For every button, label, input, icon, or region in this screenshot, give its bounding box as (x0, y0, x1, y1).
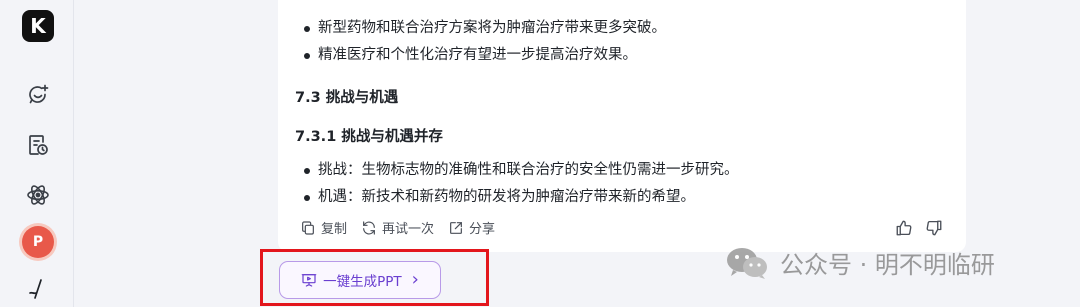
presentation-icon (301, 274, 317, 287)
explore-icon[interactable] (25, 182, 51, 208)
bullet-list-challenges: 挑战：生物标志物的准确性和联合治疗的安全性仍需进一步研究。 机遇：新技术和新药物… (300, 157, 739, 211)
watermark: 公众号 · 明不明临研 (726, 245, 995, 280)
refresh-icon (363, 220, 375, 235)
generate-ppt-label: 一键生成PPT (323, 274, 402, 290)
share-button[interactable]: 分享 (448, 218, 495, 237)
answer-actions: 复制 再试一次 分享 (300, 218, 495, 237)
pen-icon[interactable] (25, 276, 51, 302)
ppt-app-icon[interactable]: P (22, 226, 54, 258)
copy-button[interactable]: 复制 (300, 218, 347, 237)
thumbs-down-icon[interactable] (924, 218, 944, 238)
retry-button[interactable]: 再试一次 (361, 218, 434, 237)
share-icon (450, 221, 462, 234)
history-icon[interactable] (25, 132, 51, 158)
list-item: 精准医疗和个性化治疗有望进一步提高治疗效果。 (300, 42, 666, 69)
bullet-list-outlook: 新型药物和联合治疗方案将为肿瘤治疗带来更多突破。 精准医疗和个性化治疗有望进一步… (300, 15, 666, 69)
copy-icon (302, 220, 314, 235)
new-chat-icon[interactable] (25, 82, 51, 108)
copy-label: 复制 (321, 222, 348, 237)
app-root: K P 新型药物和联合治疗方案将为肿瘤治疗带来更多突破。 精准医疗和个性化治疗有… (0, 0, 1080, 307)
subsection-heading: 7.3.1 挑战与机遇并存 (295, 129, 443, 145)
chevron-right-icon: › (411, 269, 419, 290)
answer-card: 新型药物和联合治疗方案将为肿瘤治疗带来更多突破。 精准医疗和个性化治疗有望进一步… (278, 0, 966, 252)
list-item: 新型药物和联合治疗方案将为肿瘤治疗带来更多突破。 (300, 15, 666, 42)
watermark-text: 公众号 · 明不明临研 (780, 251, 995, 279)
app-logo[interactable]: K (22, 10, 54, 42)
list-item: 挑战：生物标志物的准确性和联合治疗的安全性仍需进一步研究。 (300, 157, 739, 184)
sidebar: K P (0, 0, 74, 307)
retry-label: 再试一次 (382, 222, 435, 237)
thumbs-up-icon[interactable] (894, 218, 914, 238)
share-label: 分享 (469, 222, 496, 237)
generate-ppt-button[interactable]: 一键生成PPT › (279, 261, 441, 299)
feedback-actions (894, 218, 944, 238)
section-heading: 7.3 挑战与机遇 (295, 90, 399, 106)
wechat-icon (727, 247, 767, 279)
list-item: 机遇：新技术和新药物的研发将为肿瘤治疗带来新的希望。 (300, 184, 739, 211)
